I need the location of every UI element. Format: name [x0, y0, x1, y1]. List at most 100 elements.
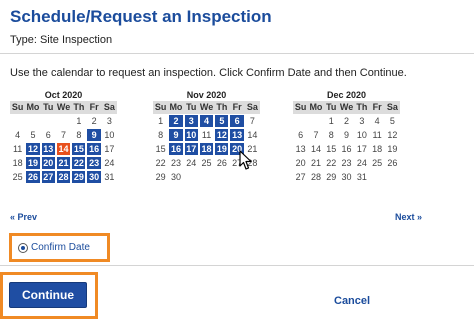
- available-day-cell[interactable]: 18: [198, 142, 215, 156]
- continue-button[interactable]: Continue: [9, 282, 87, 308]
- day-cell: 18: [372, 144, 383, 154]
- available-day-cell[interactable]: 15: [71, 142, 87, 156]
- weekday-label: Su: [11, 102, 24, 112]
- divider: [0, 53, 474, 54]
- confirm-date-option[interactable]: Confirm Date: [9, 233, 110, 262]
- day-cell: 1: [328, 116, 334, 126]
- weekday-label: We: [339, 102, 354, 112]
- day-cell: 10: [104, 130, 115, 140]
- page-title: Schedule/Request an Inspection: [10, 7, 272, 26]
- available-day-cell[interactable]: 20: [40, 156, 56, 170]
- day-cell: 11: [372, 130, 382, 140]
- month-title: Dec 2020: [326, 90, 367, 100]
- day-cell: 31: [104, 172, 115, 182]
- day-cell: 14: [247, 130, 258, 140]
- available-day-cell[interactable]: 3: [183, 114, 199, 128]
- day-cell: 27: [295, 172, 306, 182]
- weekday-label: Th: [216, 102, 228, 112]
- day-cell: 11: [12, 144, 23, 154]
- available-day-cell[interactable]: 16: [168, 142, 184, 156]
- available-day-cell[interactable]: 29: [71, 170, 87, 184]
- available-day-cell[interactable]: 9: [86, 128, 102, 142]
- cancel-link[interactable]: Cancel: [334, 295, 370, 307]
- month-title: Oct 2020: [44, 90, 83, 100]
- day-cell: 8: [158, 130, 164, 140]
- available-day-cell[interactable]: 12: [214, 128, 230, 142]
- weekday-label: Mo: [26, 102, 40, 112]
- day-cell: 24: [356, 158, 367, 168]
- weekday-label: Tu: [43, 102, 54, 112]
- available-day-cell[interactable]: 30: [86, 170, 102, 184]
- calendar-month-dec: Dec 2020 Su Mo Tu We Th Fr Sa 1 2 3 4 5 6 7 8 9 10 11 12 1…: [293, 90, 400, 184]
- day-cell: 24: [186, 158, 197, 168]
- available-day-cell[interactable]: 19: [25, 156, 41, 170]
- day-cell: 7: [313, 130, 319, 140]
- instructions-text: Use the calendar to request an inspectio…: [10, 67, 407, 79]
- day-cell: 17: [104, 144, 115, 154]
- day-cell: 30: [170, 172, 181, 182]
- day-cell: 23: [170, 158, 181, 168]
- weekday-header: Su Mo Tu We Th Fr Sa: [10, 101, 117, 114]
- available-day-cell[interactable]: 27: [40, 170, 56, 184]
- weekday-header: Su Mo Tu We Th Fr Sa: [153, 101, 260, 114]
- day-cell: 25: [372, 158, 383, 168]
- day-cell: 2: [91, 116, 97, 126]
- next-month-link[interactable]: Next »: [395, 212, 422, 222]
- day-cell: 20: [295, 158, 306, 168]
- inspection-type: Type: Site Inspection: [10, 34, 113, 46]
- weekday-label: Fr: [89, 102, 99, 112]
- available-day-cell[interactable]: 17: [183, 142, 199, 156]
- available-day-cell[interactable]: 9: [168, 128, 184, 142]
- day-cell: 12: [387, 130, 398, 140]
- day-cell: 5: [30, 130, 36, 140]
- available-day-cell[interactable]: 21: [55, 156, 72, 170]
- available-day-cell[interactable]: 12: [25, 142, 41, 156]
- day-cell: 23: [341, 158, 352, 168]
- weekday-label: Sa: [246, 102, 258, 112]
- available-day-cell[interactable]: 19: [214, 142, 230, 156]
- confirm-date-label[interactable]: Confirm Date: [31, 242, 90, 253]
- available-day-cell[interactable]: 26: [25, 170, 41, 184]
- divider: [0, 265, 474, 266]
- day-cell: 9: [344, 130, 350, 140]
- day-cell: 3: [359, 116, 365, 126]
- weekday-header: Su Mo Tu We Th Fr Sa: [293, 101, 400, 114]
- day-cell: 13: [295, 144, 306, 154]
- day-cell: 25: [12, 172, 23, 182]
- day-cell: 21: [310, 158, 321, 168]
- weekday-label: Th: [356, 102, 368, 112]
- day-cell: 22: [326, 158, 337, 168]
- day-cell: 6: [298, 130, 304, 140]
- day-cell: 24: [104, 158, 115, 168]
- day-grid: 1 2 3 4 5 6 7 8 9 10 11 12 13 14 15 16 17 18 19 20 21 22 23 24 2…: [293, 114, 400, 184]
- day-cell: 11: [201, 130, 212, 140]
- available-day-cell[interactable]: 4: [198, 114, 215, 128]
- prev-month-link[interactable]: « Prev: [10, 212, 37, 222]
- available-day-cell[interactable]: 2: [168, 114, 184, 128]
- available-day-cell[interactable]: 28: [55, 170, 72, 184]
- day-cell: 29: [155, 172, 166, 182]
- available-day-cell[interactable]: 22: [71, 156, 87, 170]
- day-cell: 26: [216, 158, 227, 168]
- available-day-cell[interactable]: 23: [86, 156, 102, 170]
- day-cell: 2: [344, 116, 350, 126]
- day-cell: 1: [158, 116, 164, 126]
- weekday-label: We: [199, 102, 214, 112]
- month-title: Nov 2020: [186, 90, 227, 100]
- day-grid: 1 2 3 4 5 6 7 8 9 10 11 12 13 14 15 16 17 18 19 20 21 22 23 24 2…: [153, 114, 260, 184]
- weekday-label: Fr: [232, 102, 242, 112]
- day-cell: 7: [249, 116, 255, 126]
- available-day-cell[interactable]: 13: [40, 142, 56, 156]
- confirm-date-radio[interactable]: [18, 242, 28, 253]
- available-day-cell[interactable]: 16: [86, 142, 102, 156]
- weekday-label: We: [56, 102, 71, 112]
- available-day-cell[interactable]: 13: [229, 128, 245, 142]
- weekday-label: Su: [294, 102, 307, 112]
- available-day-cell[interactable]: 10: [183, 128, 199, 142]
- available-day-cell[interactable]: 6: [229, 114, 245, 128]
- available-day-cell[interactable]: 5: [214, 114, 230, 128]
- weekday-label: Th: [73, 102, 85, 112]
- day-cell: 31: [356, 172, 367, 182]
- day-cell: 15: [155, 144, 166, 154]
- day-cell: 28: [310, 172, 321, 182]
